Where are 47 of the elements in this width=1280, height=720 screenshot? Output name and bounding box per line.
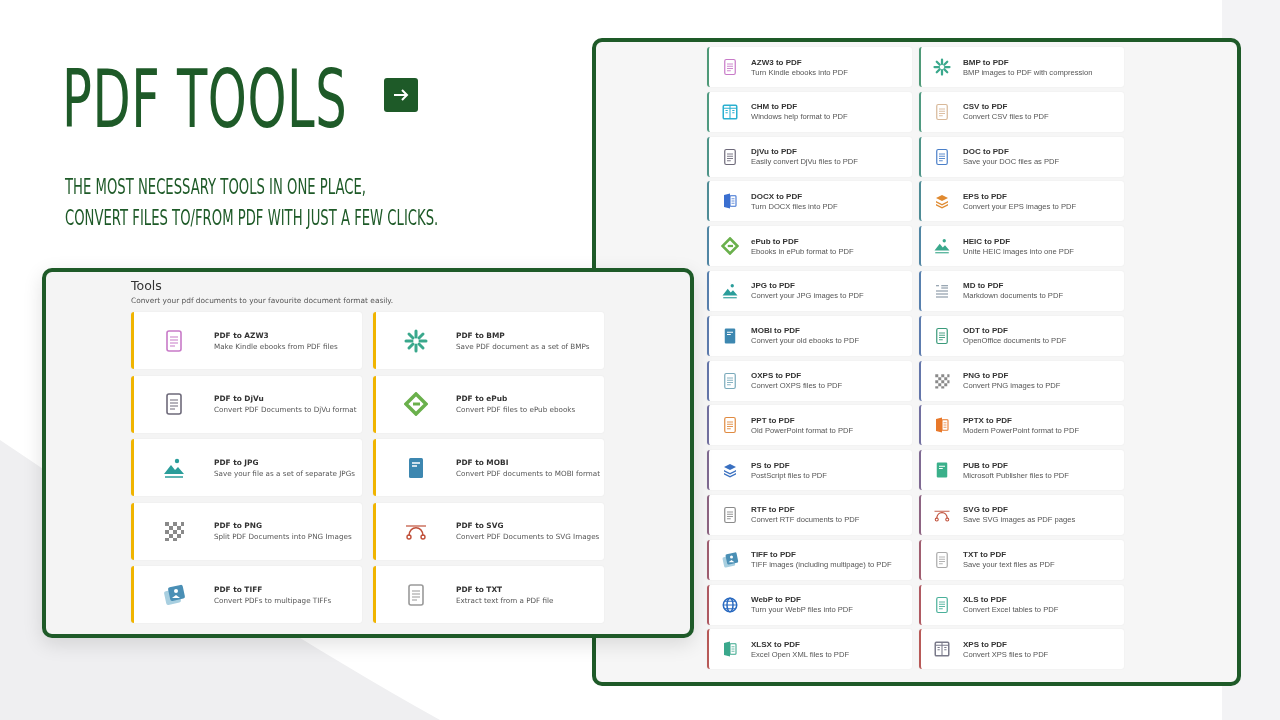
text-lines-icon [933, 282, 951, 300]
image-stack-icon [721, 550, 739, 569]
tool-title: XLS to PDF [963, 595, 1008, 605]
tool-title: DOCX to PDF [751, 191, 804, 201]
layers-icon [721, 461, 739, 480]
tool-title: PPT to PDF [751, 415, 796, 425]
tool-title: MD to PDF [963, 281, 1005, 291]
tool-title: CHM to PDF [751, 102, 799, 112]
tool-title: ODT to PDF [963, 326, 1009, 336]
tool-title: MOBI to PDF [751, 326, 801, 336]
tool-title: XLSX to PDF [751, 639, 801, 649]
image-icon [933, 237, 951, 256]
tool-title: EPS to PDF [963, 191, 1008, 201]
tool-title: TIFF to PDF [751, 550, 797, 560]
tool-title: PPTX to PDF [963, 415, 1013, 425]
arrow-button[interactable] [384, 78, 418, 112]
diamond-icon [721, 237, 739, 256]
image-stack-icon [162, 582, 186, 607]
tool-title: XPS to PDF [963, 639, 1008, 649]
diamond-icon [404, 392, 428, 416]
tool-title: AZW3 to PDF [751, 57, 803, 67]
hero-title: PDF TOOLS [62, 60, 348, 140]
tool-title: PUB to PDF [963, 460, 1009, 470]
tool-title: PS to PDF [751, 460, 791, 470]
asterisk-icon [933, 58, 951, 76]
tool-title: OXPS to PDF [751, 371, 803, 381]
tool-title: DOC to PDF [963, 147, 1010, 157]
tool-title: BMP to PDF [963, 57, 1010, 67]
tool-title: HEIC to PDF [963, 236, 1012, 246]
tool-title: DjVu to PDF [751, 147, 798, 157]
tool-title: SVG to PDF [963, 505, 1009, 515]
layers-icon [933, 192, 951, 211]
tool-title: WebP to PDF [751, 595, 802, 605]
checkerboard-icon [933, 371, 951, 390]
checkerboard-icon [162, 519, 186, 543]
tool-title: RTF to PDF [751, 505, 796, 515]
tool-title: CSV to PDF [963, 102, 1009, 112]
tool-title: TXT to PDF [963, 550, 1008, 560]
tool-title: JPG to PDF [751, 281, 796, 291]
image-icon [721, 282, 739, 300]
panel-heading: Tools [131, 278, 163, 293]
asterisk-icon [404, 328, 428, 353]
tool-title: ePub to PDF [751, 236, 800, 246]
hero-subtitle: THE MOST NECESSARY TOOLS IN ONE PLACE, [65, 175, 368, 198]
tool-title: PNG to PDF [963, 371, 1010, 381]
globe-icon [721, 595, 739, 614]
hero-subtitle: CONVERT FILES TO/FROM PDF WITH JUST A FEW CLICKS. [65, 206, 440, 229]
